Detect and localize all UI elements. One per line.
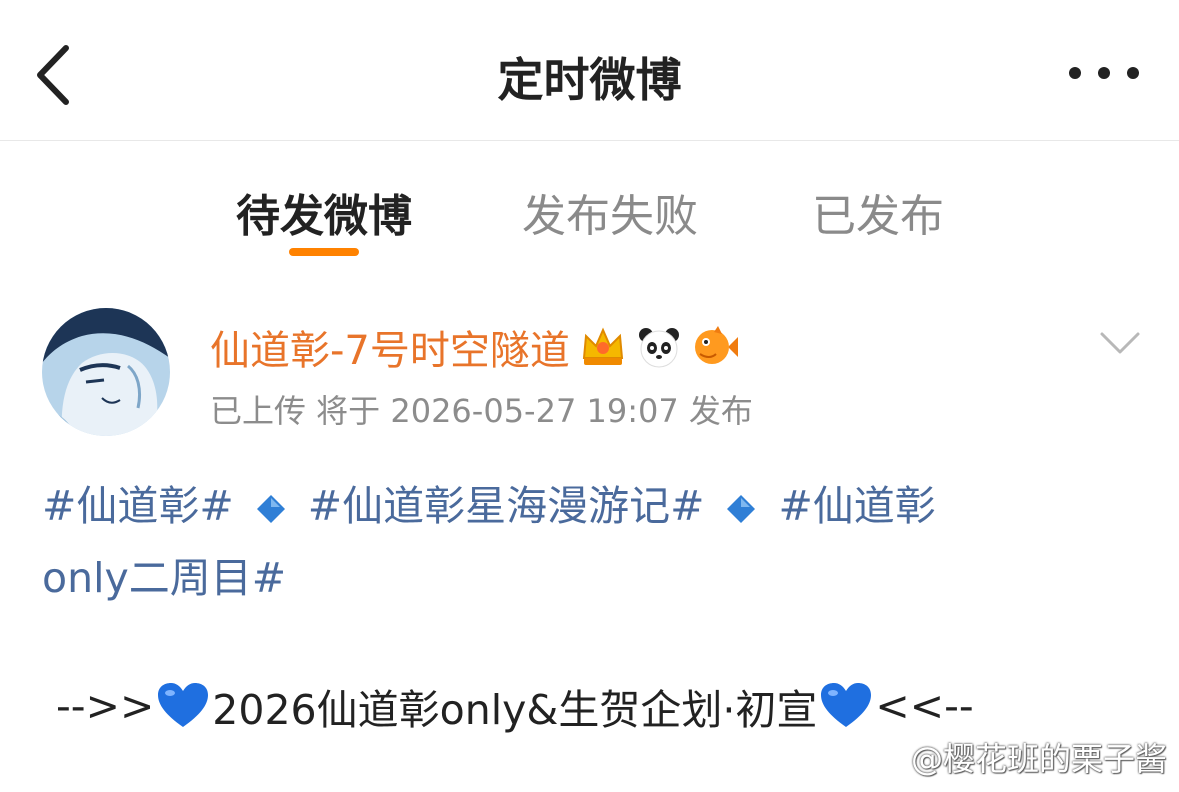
blue-diamond-icon (256, 474, 286, 523)
username[interactable]: 仙道彰-7号时空隧道 (210, 318, 570, 376)
user-row: 仙道彰-7号时空隧道 (210, 322, 738, 374)
topic-tag[interactable]: #仙道彰星海漫游记# (308, 482, 705, 530)
topic-tag[interactable]: #仙道彰# (42, 482, 234, 530)
post-schedule-info: 已上传 将于 2026-05-27 19:07 发布 (210, 392, 753, 430)
chevron-down-icon (1100, 332, 1140, 354)
blue-heart-icon (819, 681, 873, 731)
announcement-line: -->> 2026仙道彰only&生贺企划·初宣 <<-- (56, 676, 974, 736)
page-title: 定时微博 (497, 53, 682, 107)
post-line-2: only二周目# (42, 542, 1142, 614)
watermark: @樱花班的栗子酱 (861, 734, 1167, 780)
announcement-text: 2026仙道彰only&生贺企划·初宣 (212, 686, 818, 734)
topic-tag[interactable]: #仙道彰 (778, 482, 935, 530)
fish-emoji-icon (692, 324, 738, 370)
crown-badge-icon[interactable] (580, 324, 626, 370)
tab-pending[interactable]: 待发微博 (236, 180, 412, 244)
more-options-button[interactable] (1066, 62, 1142, 84)
tab-published[interactable]: 已发布 (812, 180, 944, 244)
post-content: #仙道彰# #仙道彰星海漫游记# #仙道彰 only二周目# (42, 470, 1142, 614)
tab-bar: 待发微博 发布失败 已发布 (0, 140, 1179, 260)
blue-heart-icon (156, 681, 210, 731)
post-line-1: #仙道彰# #仙道彰星海漫游记# #仙道彰 (42, 470, 1142, 542)
topic-tag-continued[interactable]: only二周目# (42, 554, 286, 602)
nav-header: 定时微博 (0, 0, 1179, 141)
announcement-suffix: <<-- (875, 682, 974, 730)
post-options-button[interactable] (1098, 320, 1142, 364)
panda-emoji-icon (636, 324, 682, 370)
tab-failed[interactable]: 发布失败 (522, 180, 698, 244)
watermark-text: @樱花班的栗子酱 (910, 740, 1167, 778)
weibo-logo-icon (861, 742, 903, 774)
avatar[interactable] (42, 308, 170, 436)
avatar-image (42, 308, 170, 436)
more-icon (1069, 67, 1139, 79)
blue-diamond-icon (726, 474, 756, 523)
active-tab-indicator (289, 248, 359, 256)
announcement-prefix: -->> (56, 682, 155, 730)
